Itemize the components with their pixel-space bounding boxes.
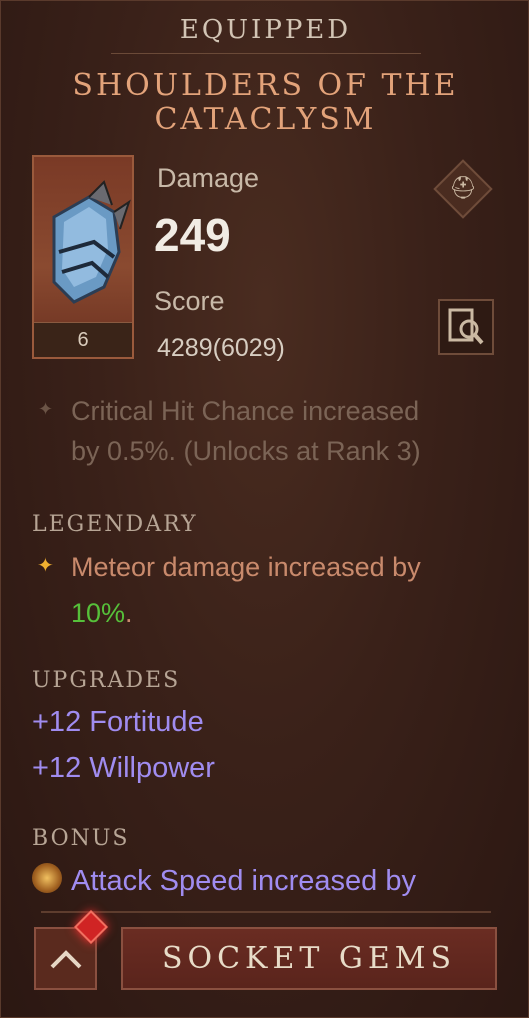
inspect-button[interactable] [438, 299, 494, 355]
shoulder-armor-icon [52, 180, 131, 304]
upgrade-item: +12 Fortitude [32, 706, 204, 738]
damage-label: Damage [157, 163, 260, 193]
legendary-suffix: . [125, 598, 133, 628]
footer-divider [41, 911, 491, 913]
helmet-icon: ⛑ [449, 176, 477, 201]
legendary-line2: 10%. [71, 593, 133, 633]
upgrades-title: UPGRADES [32, 668, 181, 693]
score-label: Score [154, 286, 225, 316]
socket-gems-button[interactable]: SOCKET GEMS [121, 927, 497, 990]
legendary-line1: Meteor damage increased by [71, 552, 421, 582]
damage-value: 249 [154, 209, 231, 261]
header-label: EQUIPPED [179, 15, 352, 45]
bonus-orb-icon [32, 863, 62, 893]
magnify-icon [448, 308, 484, 345]
legendary-value: 10% [71, 598, 126, 628]
locked-diamond-icon: ✦ [38, 399, 54, 420]
locked-affix-line1: Critical Hit Chance increased [71, 396, 420, 426]
header-divider [111, 53, 421, 54]
bonus-line1: Attack Speed increased by [71, 865, 416, 897]
item-portrait[interactable]: 6 [32, 155, 134, 359]
item-level: 6 [34, 322, 132, 357]
item-tooltip-panel: EQUIPPED SHOULDERS OF THE CATACLYSM 6 Da… [0, 0, 529, 1018]
compare-button[interactable]: ⛑ [433, 159, 493, 219]
upgrade-item: +12 Willpower [32, 752, 215, 784]
legendary-star-icon: ✦ [37, 553, 54, 577]
bonus-title: BONUS [32, 826, 130, 851]
locked-affix-line2: by 0.5%. (Unlocks at Rank 3) [71, 436, 421, 466]
score-value: 4289(6029) [157, 334, 285, 362]
item-name: SHOULDERS OF THE CATACLYSM [72, 68, 459, 137]
legendary-title: LEGENDARY [32, 512, 198, 537]
